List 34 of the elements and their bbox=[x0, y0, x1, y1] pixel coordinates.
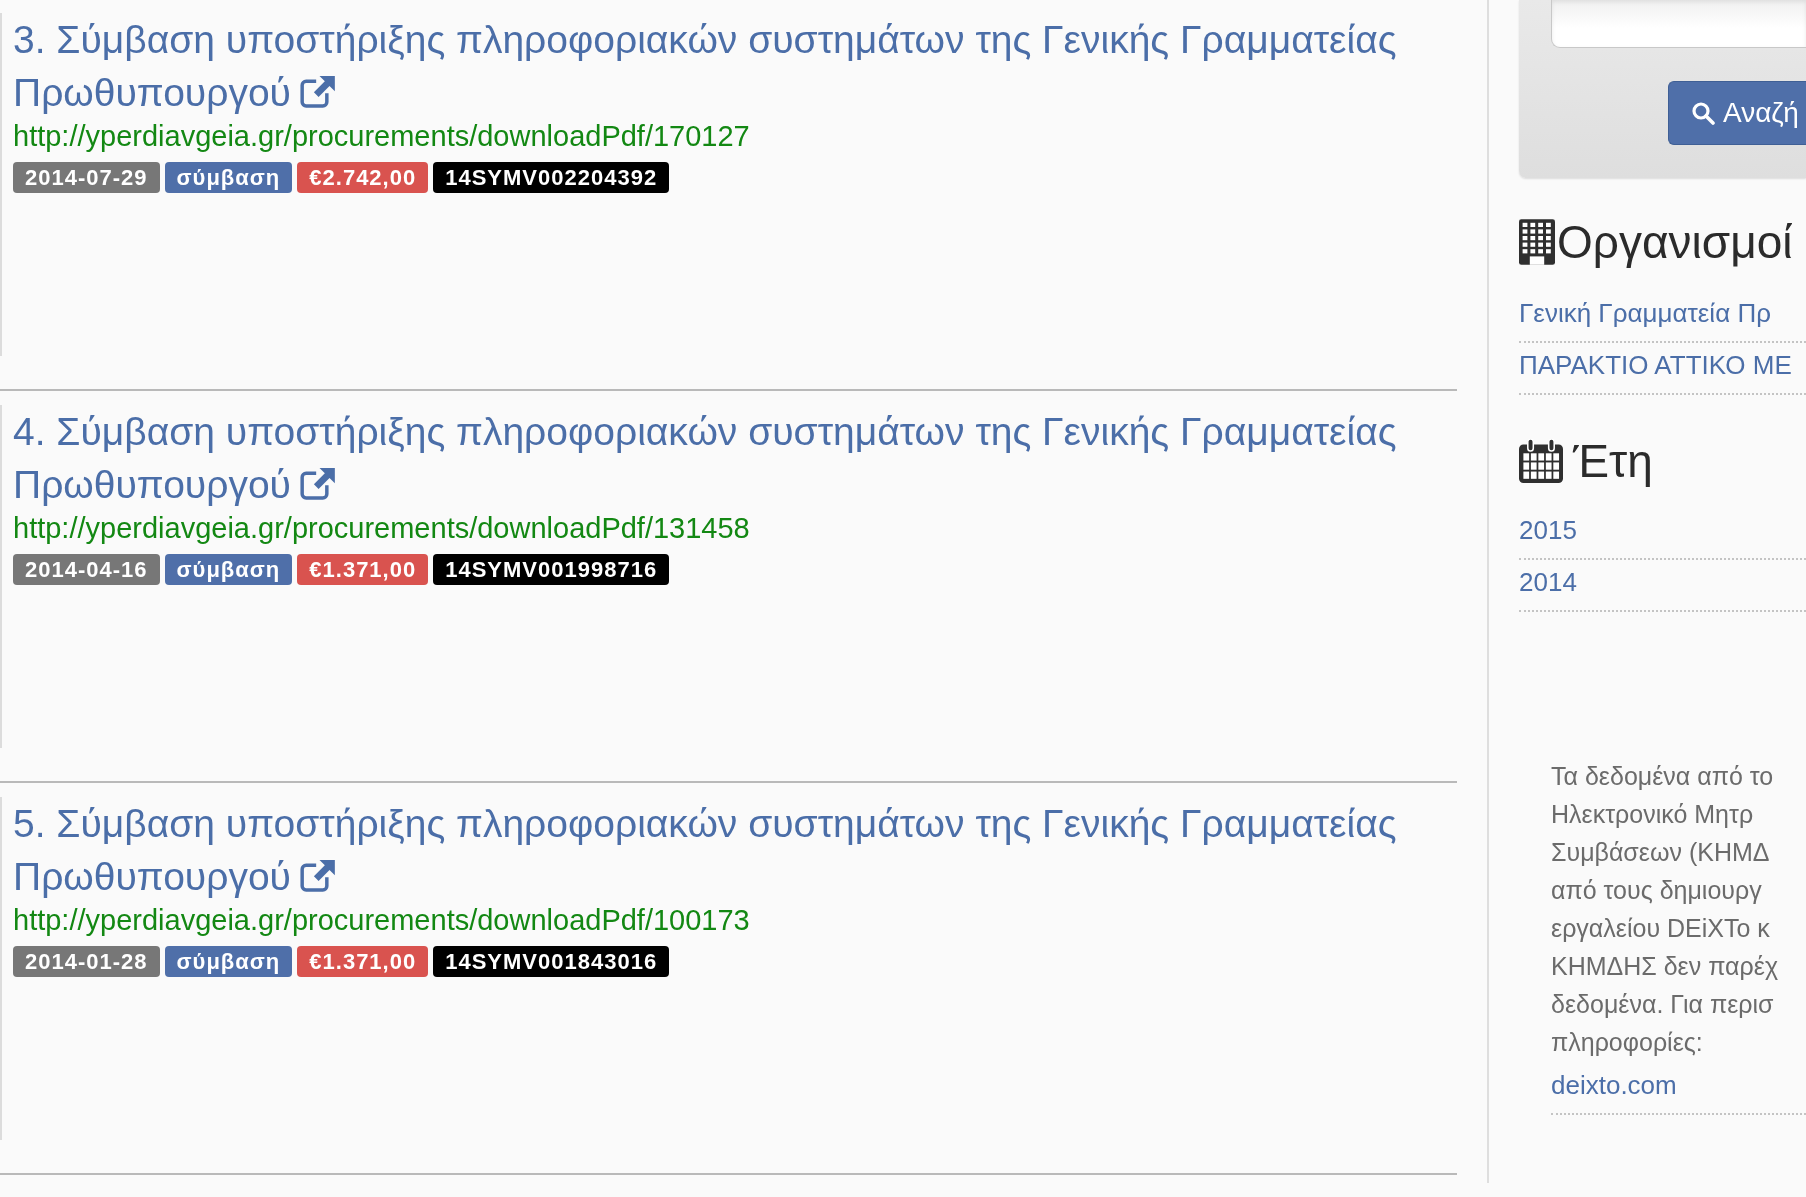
amount-badge: €1.371,00 bbox=[297, 946, 429, 977]
amount-badge: €1.371,00 bbox=[297, 554, 429, 585]
date-badge: 2014-07-29 bbox=[13, 162, 160, 193]
code-badge: 14SYMV001998716 bbox=[433, 554, 670, 585]
date-badge: 2014-04-16 bbox=[13, 554, 160, 585]
external-link-icon bbox=[299, 468, 335, 500]
year-link[interactable]: 2015 bbox=[1519, 515, 1577, 545]
year-link[interactable]: 2014 bbox=[1519, 567, 1577, 597]
result-url: http://yperdiavgeia.gr/procurements/downloadPdf/170127 bbox=[13, 119, 751, 153]
type-badge: σύμβαση bbox=[164, 162, 293, 193]
external-link-icon bbox=[299, 76, 335, 108]
organization-link[interactable]: ΠΑΡΑΚΤΙΟ ΑΤΤΙΚΟ ΜΕ bbox=[1519, 350, 1792, 380]
calendar-icon bbox=[1519, 439, 1563, 483]
date-badge: 2014-01-28 bbox=[13, 946, 160, 977]
organization-link[interactable]: Γενική Γραμματεία Πρ bbox=[1519, 298, 1771, 328]
result-url: http://yperdiavgeia.gr/procurements/downloadPdf/100173 bbox=[13, 903, 751, 937]
building-icon bbox=[1519, 219, 1555, 265]
search-field[interactable] bbox=[1551, 0, 1806, 48]
result-title[interactable]: 4. Σύμβαση υποστήριξης πληροφοριακών συστημάτων της Γενικής Γραμματείας Πρωθυπουργού bbox=[13, 405, 1457, 511]
years-heading: Έτη bbox=[1573, 434, 1653, 489]
search-icon bbox=[1691, 101, 1715, 125]
type-badge: σύμβαση bbox=[164, 554, 293, 585]
info-paragraph: Τα δεδομένα από το Ηλεκτρονικό Μητρ Συμβάσεων (ΚΗΜΔ από τους δημιουργ εργαλείου DEiXTo κ ΚΗΜΔΗΣ δεν παρέχ δεδομένα. Για περισ πληροφορίες: bbox=[1551, 761, 1780, 1058]
code-badge: 14SYMV001843016 bbox=[433, 946, 670, 977]
result-title[interactable]: 3. Σύμβαση υποστήριξης πληροφοριακών συστημάτων της Γενικής Γραμματείας Πρωθυπουργού bbox=[13, 13, 1457, 119]
organizations-heading: Οργανισμοί bbox=[1557, 215, 1793, 270]
deixto-link[interactable]: deixto.com bbox=[1551, 1070, 1677, 1100]
external-link-icon bbox=[299, 860, 335, 892]
result-url: http://yperdiavgeia.gr/procurements/downloadPdf/131458 bbox=[13, 511, 751, 545]
search-button[interactable]: Αναζή bbox=[1668, 81, 1806, 145]
type-badge: σύμβαση bbox=[164, 946, 293, 977]
result-title[interactable]: 5. Σύμβαση υποστήριξης πληροφοριακών συστημάτων της Γενικής Γραμματείας Πρωθυπουργού bbox=[13, 797, 1457, 903]
amount-badge: €2.742,00 bbox=[297, 162, 429, 193]
code-badge: 14SYMV002204392 bbox=[433, 162, 670, 193]
